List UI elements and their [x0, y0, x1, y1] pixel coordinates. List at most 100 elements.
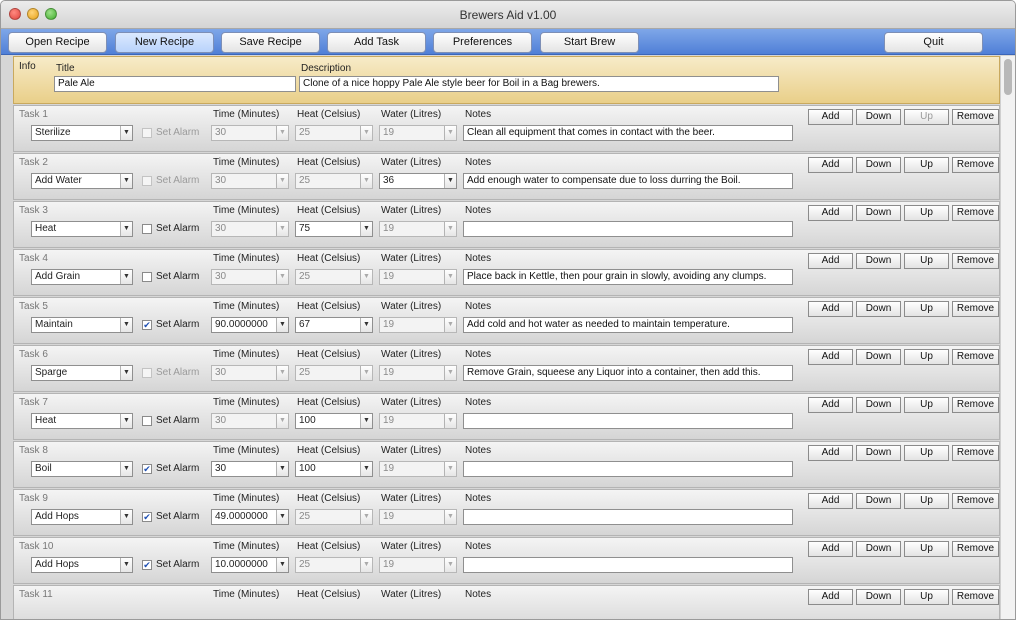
- move-down-button[interactable]: Down: [856, 541, 901, 557]
- add-task-row-button[interactable]: Add: [808, 589, 853, 605]
- set-alarm-checkbox[interactable]: [142, 224, 152, 234]
- task-type-select[interactable]: Add Hops ▼: [31, 557, 133, 573]
- move-up-button[interactable]: Up: [904, 253, 949, 269]
- preferences-button[interactable]: Preferences: [433, 32, 532, 53]
- notes-field[interactable]: [463, 221, 793, 237]
- heat-select[interactable]: 75 ▼: [295, 221, 373, 237]
- chevron-down-icon[interactable]: ▼: [360, 414, 372, 428]
- add-task-row-button[interactable]: Add: [808, 493, 853, 509]
- task-type-select[interactable]: Boil ▼: [31, 461, 133, 477]
- remove-task-button[interactable]: Remove: [952, 253, 999, 269]
- move-down-button[interactable]: Down: [856, 301, 901, 317]
- add-task-row-button[interactable]: Add: [808, 397, 853, 413]
- scrollbar-thumb[interactable]: [1004, 59, 1012, 95]
- task-type-select[interactable]: Sparge ▼: [31, 365, 133, 381]
- chevron-down-icon[interactable]: ▼: [276, 510, 288, 524]
- time-select[interactable]: 90.0000000 ▼: [211, 317, 289, 333]
- chevron-down-icon[interactable]: ▼: [276, 318, 288, 332]
- task-type-select[interactable]: Add Water ▼: [31, 173, 133, 189]
- notes-field[interactable]: [463, 461, 793, 477]
- task-type-select[interactable]: Heat ▼: [31, 221, 133, 237]
- chevron-down-icon[interactable]: ▼: [444, 174, 456, 188]
- time-select[interactable]: 49.0000000 ▼: [211, 509, 289, 525]
- task-type-select[interactable]: Maintain ▼: [31, 317, 133, 333]
- set-alarm-checkbox[interactable]: ✔: [142, 560, 152, 570]
- set-alarm-checkbox[interactable]: [142, 272, 152, 282]
- remove-task-button[interactable]: Remove: [952, 397, 999, 413]
- chevron-down-icon[interactable]: ▼: [360, 462, 372, 476]
- time-select[interactable]: 10.0000000 ▼: [211, 557, 289, 573]
- notes-field[interactable]: Add cold and hot water as needed to main…: [463, 317, 793, 333]
- remove-task-button[interactable]: Remove: [952, 205, 999, 221]
- move-down-button[interactable]: Down: [856, 493, 901, 509]
- notes-field[interactable]: Clean all equipment that comes in contac…: [463, 125, 793, 141]
- remove-task-button[interactable]: Remove: [952, 349, 999, 365]
- remove-task-button[interactable]: Remove: [952, 157, 999, 173]
- save-recipe-button[interactable]: Save Recipe: [221, 32, 320, 53]
- start-brew-button[interactable]: Start Brew: [540, 32, 639, 53]
- chevron-down-icon[interactable]: ▼: [120, 222, 132, 236]
- task-type-select[interactable]: Add Hops ▼: [31, 509, 133, 525]
- add-task-row-button[interactable]: Add: [808, 253, 853, 269]
- task-type-select[interactable]: Sterilize ▼: [31, 125, 133, 141]
- chevron-down-icon[interactable]: ▼: [120, 174, 132, 188]
- description-field[interactable]: Clone of a nice hoppy Pale Ale style bee…: [299, 76, 779, 92]
- notes-field[interactable]: [463, 557, 793, 573]
- title-field[interactable]: Pale Ale: [54, 76, 296, 92]
- notes-field[interactable]: Remove Grain, squeese any Liquor into a …: [463, 365, 793, 381]
- vertical-scrollbar[interactable]: [1000, 56, 1015, 619]
- chevron-down-icon[interactable]: ▼: [120, 366, 132, 380]
- move-up-button[interactable]: Up: [904, 397, 949, 413]
- move-up-button[interactable]: Up: [904, 301, 949, 317]
- move-down-button[interactable]: Down: [856, 349, 901, 365]
- move-down-button[interactable]: Down: [856, 253, 901, 269]
- chevron-down-icon[interactable]: ▼: [120, 270, 132, 284]
- add-task-row-button[interactable]: Add: [808, 541, 853, 557]
- heat-select[interactable]: 100 ▼: [295, 413, 373, 429]
- notes-field[interactable]: Add enough water to compensate due to lo…: [463, 173, 793, 189]
- move-down-button[interactable]: Down: [856, 205, 901, 221]
- set-alarm-checkbox[interactable]: ✔: [142, 320, 152, 330]
- move-up-button[interactable]: Up: [904, 349, 949, 365]
- move-up-button[interactable]: Up: [904, 205, 949, 221]
- chevron-down-icon[interactable]: ▼: [120, 462, 132, 476]
- remove-task-button[interactable]: Remove: [952, 589, 999, 605]
- move-up-button[interactable]: Up: [904, 109, 949, 125]
- task-type-select[interactable]: Add Grain ▼: [31, 269, 133, 285]
- remove-task-button[interactable]: Remove: [952, 541, 999, 557]
- notes-field[interactable]: [463, 509, 793, 525]
- water-select[interactable]: 36 ▼: [379, 173, 457, 189]
- remove-task-button[interactable]: Remove: [952, 301, 999, 317]
- chevron-down-icon[interactable]: ▼: [276, 462, 288, 476]
- move-up-button[interactable]: Up: [904, 157, 949, 173]
- heat-select[interactable]: 67 ▼: [295, 317, 373, 333]
- add-task-button[interactable]: Add Task: [327, 32, 426, 53]
- move-up-button[interactable]: Up: [904, 589, 949, 605]
- chevron-down-icon[interactable]: ▼: [120, 510, 132, 524]
- chevron-down-icon[interactable]: ▼: [120, 558, 132, 572]
- move-up-button[interactable]: Up: [904, 541, 949, 557]
- notes-field[interactable]: Place back in Kettle, then pour grain in…: [463, 269, 793, 285]
- chevron-down-icon[interactable]: ▼: [276, 558, 288, 572]
- quit-button[interactable]: Quit: [884, 32, 983, 53]
- new-recipe-button[interactable]: New Recipe: [115, 32, 214, 53]
- remove-task-button[interactable]: Remove: [952, 109, 999, 125]
- move-down-button[interactable]: Down: [856, 157, 901, 173]
- notes-field[interactable]: [463, 413, 793, 429]
- remove-task-button[interactable]: Remove: [952, 493, 999, 509]
- add-task-row-button[interactable]: Add: [808, 301, 853, 317]
- set-alarm-checkbox[interactable]: ✔: [142, 464, 152, 474]
- add-task-row-button[interactable]: Add: [808, 109, 853, 125]
- add-task-row-button[interactable]: Add: [808, 205, 853, 221]
- chevron-down-icon[interactable]: ▼: [120, 414, 132, 428]
- add-task-row-button[interactable]: Add: [808, 445, 853, 461]
- chevron-down-icon[interactable]: ▼: [120, 318, 132, 332]
- chevron-down-icon[interactable]: ▼: [360, 318, 372, 332]
- move-down-button[interactable]: Down: [856, 589, 901, 605]
- task-type-select[interactable]: Heat ▼: [31, 413, 133, 429]
- move-down-button[interactable]: Down: [856, 445, 901, 461]
- heat-select[interactable]: 100 ▼: [295, 461, 373, 477]
- move-down-button[interactable]: Down: [856, 109, 901, 125]
- time-select[interactable]: 30 ▼: [211, 461, 289, 477]
- move-down-button[interactable]: Down: [856, 397, 901, 413]
